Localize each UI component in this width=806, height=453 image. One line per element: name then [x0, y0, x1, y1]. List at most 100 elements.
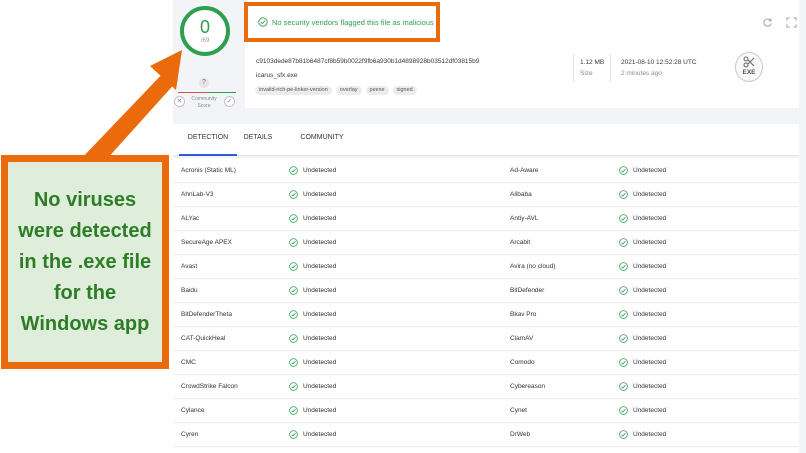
engine-result: Undetected	[633, 383, 667, 390]
detection-score-value: 0	[199, 17, 210, 37]
engine-name: Baidu	[181, 287, 198, 294]
engine-name: Alibaba	[510, 191, 532, 198]
engine-result: Undetected	[633, 431, 667, 438]
engine-name: CrowdStrike Falcon	[181, 383, 238, 390]
community-help-icon[interactable]: ?	[199, 78, 209, 88]
engine-result: Undetected	[633, 263, 667, 270]
file-type-glyph-icon	[743, 56, 755, 68]
engine-name: Cyren	[181, 431, 199, 438]
engine-result: Undetected	[303, 335, 337, 342]
check-circle-icon	[289, 262, 298, 271]
engine-name: Cybereason	[510, 383, 546, 390]
engine-name: AhnLab-V3	[181, 191, 214, 198]
engine-result: Undetected	[303, 263, 337, 270]
file-type-label: EXE	[742, 69, 756, 76]
no-detections-text: No security vendors flagged this file as…	[272, 18, 434, 27]
check-circle-icon	[258, 17, 268, 27]
check-circle-icon	[619, 190, 628, 199]
file-date-relative: 2 minutes ago	[621, 70, 662, 77]
file-name: icarus_sfx.exe	[256, 72, 298, 79]
file-date-value: 2021-08-10 12:52:28 UTC	[621, 59, 697, 66]
engine-name: ClamAV	[510, 335, 534, 342]
callout-arrow-shaft	[80, 70, 178, 160]
check-circle-icon	[289, 166, 298, 175]
engine-result: Undetected	[303, 215, 337, 222]
check-circle-icon	[619, 430, 628, 439]
detection-score-total: /69	[200, 38, 210, 44]
engine-result: Undetected	[633, 311, 667, 318]
check-circle-icon	[289, 286, 298, 295]
check-circle-icon	[289, 310, 298, 319]
community-score-label: Community Score	[188, 96, 220, 110]
file-tag[interactable]: overlay	[335, 86, 362, 95]
engine-name: CMC	[181, 359, 196, 366]
check-circle-icon	[289, 238, 298, 247]
check-circle-icon	[619, 382, 628, 391]
table-row: BitDefenderTheta Undetected Bkav Pro Undete…	[173, 303, 799, 327]
file-size-label: Size	[580, 70, 593, 77]
annotation-callout-text: No viruses were detected in the .exe fil…	[18, 188, 152, 335]
tab-detection[interactable]: DETECTION	[179, 124, 237, 156]
engine-result: Undetected	[633, 335, 667, 342]
table-row: SecureAge APEX Undetected Arcabit Undetecte…	[173, 231, 799, 255]
community-score-text: Community Score	[191, 96, 217, 109]
check-circle-icon	[289, 382, 298, 391]
engine-result: Undetected	[633, 215, 667, 222]
engine-result: Undetected	[303, 287, 337, 294]
engine-result: Undetected	[303, 167, 337, 174]
file-tag[interactable]: invalid-rich-pe-linker-version	[255, 86, 332, 95]
detection-table: Acronis (Static ML) Undetected Ad-Aware Und…	[173, 158, 799, 453]
file-size-value: 1.12 MB	[580, 59, 605, 66]
check-circle-icon	[289, 334, 298, 343]
no-detections-banner: No security vendors flagged this file as…	[244, 2, 440, 42]
vote-harmless-button[interactable]: ✓	[224, 96, 235, 107]
file-tag[interactable]: peexe	[365, 86, 389, 95]
check-circle-icon	[289, 190, 298, 199]
annotation-callout-inner: No viruses were detected in the .exe fil…	[8, 162, 162, 362]
engine-name: Cynet	[510, 407, 527, 414]
check-circle-icon	[619, 166, 628, 175]
table-row: CMC Undetected Comodo Undetected	[173, 351, 799, 375]
engine-result: Undetected	[633, 287, 667, 294]
engine-name: Antiy-AVL	[510, 215, 539, 222]
meta-divider	[573, 54, 574, 82]
file-tag[interactable]: signed	[392, 86, 417, 95]
engine-name: SecureAge APEX	[181, 239, 232, 246]
engine-name: BitDefenderTheta	[181, 311, 232, 318]
vote-malicious-button[interactable]: ✕	[174, 96, 185, 107]
engine-result: Undetected	[303, 431, 337, 438]
table-row: Acronis (Static ML) Undetected Ad-Aware Und…	[173, 159, 799, 183]
engine-name: Acronis (Static ML)	[181, 167, 236, 174]
tab-details[interactable]: DETAILS	[240, 124, 276, 156]
engine-name: Ad-Aware	[510, 167, 539, 174]
engine-name: Avast	[181, 263, 198, 270]
engine-result: Undetected	[633, 167, 667, 174]
engine-name: Cylance	[181, 407, 205, 414]
table-row: Avast Undetected Avira (no cloud) Undetecte…	[173, 255, 799, 279]
expand-icon[interactable]	[786, 17, 797, 28]
engine-result: Undetected	[633, 407, 667, 414]
engine-name: DrWeb	[510, 431, 531, 438]
engine-name: Comodo	[510, 359, 535, 366]
engine-name: Arcabit	[510, 239, 531, 246]
check-circle-icon	[289, 214, 298, 223]
tab-community[interactable]: COMMUNITY	[293, 124, 351, 156]
check-circle-icon	[619, 262, 628, 271]
table-row: AhnLab-V3 Undetected Alibaba Undetected	[173, 183, 799, 207]
file-tags: invalid-rich-pe-linker-version overlay p…	[255, 86, 417, 95]
table-row: Cyren Undetected DrWeb Undetected	[173, 423, 799, 447]
engine-result: Undetected	[633, 359, 667, 366]
file-hash[interactable]: c9103dede87b81b6487cf8b59b0022f9fb6a930b…	[256, 58, 479, 65]
check-circle-icon	[289, 358, 298, 367]
engine-name: Avira (no cloud)	[510, 263, 556, 270]
exe-file-icon: EXE	[735, 52, 763, 82]
check-circle-icon	[619, 406, 628, 415]
engine-result: Undetected	[303, 407, 337, 414]
refresh-icon[interactable]	[762, 17, 773, 28]
meta-divider	[610, 54, 611, 82]
check-circle-icon	[619, 310, 628, 319]
check-circle-icon	[619, 214, 628, 223]
check-circle-icon	[619, 238, 628, 247]
check-circle-icon	[289, 406, 298, 415]
engine-result: Undetected	[633, 239, 667, 246]
